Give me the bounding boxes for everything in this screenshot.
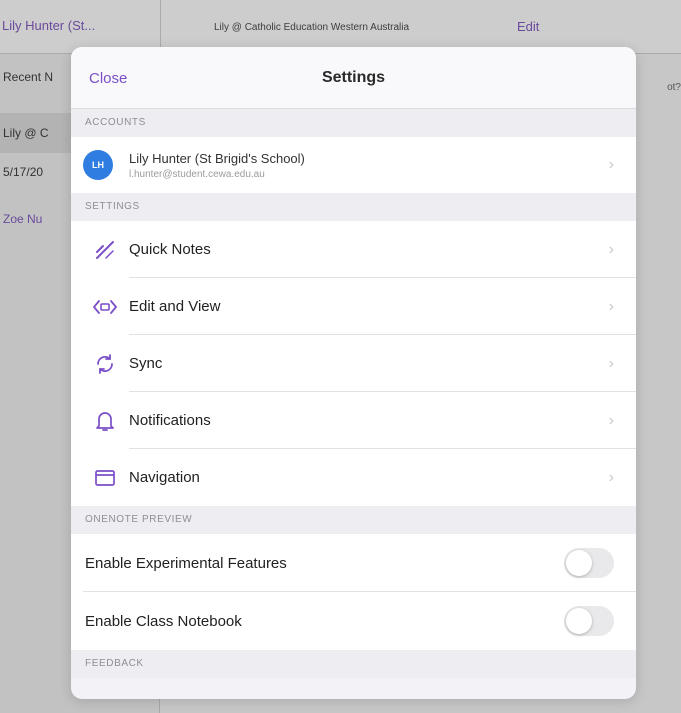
settings-item-sync[interactable]: Sync › [71, 335, 636, 392]
class-notebook-label: Enable Class Notebook [85, 612, 242, 630]
account-name: Lily Hunter (St Brigid's School) [129, 150, 305, 166]
account-email: l.hunter@student.cewa.edu.au [129, 168, 265, 180]
settings-sheet: Close Settings Accounts LH Lily Hunter (… [71, 47, 636, 699]
background-divider [160, 0, 161, 54]
experimental-features-label: Enable Experimental Features [85, 554, 287, 572]
settings-item-label: Navigation [129, 469, 200, 486]
chevron-right-icon: › [608, 468, 614, 486]
settings-item-edit-and-view[interactable]: Edit and View › [71, 278, 636, 335]
settings-title: Settings [321, 69, 386, 86]
experimental-features-row: Enable Experimental Features [71, 534, 636, 592]
edit-view-icon [83, 278, 127, 335]
settings-nav-bar: Close Settings [71, 47, 636, 109]
settings-item-label: Notifications [129, 412, 211, 429]
background-edit-button: Edit [517, 19, 540, 34]
background-tab-section: Lily @ Catholic Education Western Austra… [214, 22, 410, 33]
chevron-right-icon: › [608, 354, 614, 372]
bell-icon [83, 392, 127, 449]
background-topbar: Lily Hunter (St... Lily @ Catholic Educa… [0, 0, 681, 54]
settings-item-navigation[interactable]: Navigation › [71, 449, 636, 506]
chevron-right-icon: › [608, 156, 614, 173]
chevron-right-icon: › [608, 411, 614, 429]
experimental-features-toggle[interactable] [564, 548, 614, 578]
section-header-settings: Settings [71, 193, 636, 221]
settings-item-label: Sync [129, 355, 163, 372]
section-header-accounts: Accounts [71, 109, 636, 137]
background-tab-notebook: Lily Hunter (St... [2, 18, 96, 33]
navigation-icon [83, 449, 127, 506]
account-row[interactable]: LH Lily Hunter (St Brigid's School) l.hu… [71, 137, 636, 193]
settings-item-label: Edit and View [129, 298, 221, 315]
section-header-feedback: Feedback [71, 650, 636, 678]
avatar: LH [83, 150, 113, 180]
pen-icon [83, 221, 127, 278]
settings-item-quick-notes[interactable]: Quick Notes › [71, 221, 636, 278]
sync-icon [83, 335, 127, 392]
class-notebook-toggle[interactable] [564, 606, 614, 636]
class-notebook-row: Enable Class Notebook [71, 592, 636, 650]
chevron-right-icon: › [608, 240, 614, 258]
background-page-text: ot? [667, 82, 681, 93]
section-header-preview: OneNote Preview [71, 506, 636, 534]
settings-item-label: Quick Notes [129, 241, 211, 258]
chevron-right-icon: › [608, 297, 614, 315]
settings-item-notifications[interactable]: Notifications › [71, 392, 636, 449]
